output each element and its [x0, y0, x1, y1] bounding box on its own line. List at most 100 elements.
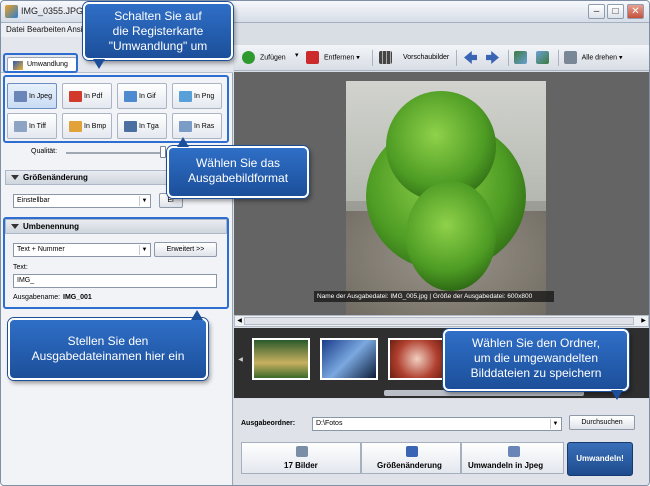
thumbnails-icon — [379, 51, 392, 64]
preview-caption: Name der Ausgabedatei: IMG_005.jpg | Grö… — [314, 291, 554, 302]
chevron-down-icon: ▼ — [139, 245, 149, 255]
callout-format: Wählen Sie das Ausgabebildformat — [167, 146, 309, 198]
add-button[interactable]: Zufügen — [242, 51, 286, 65]
format-png-button[interactable]: In Png — [172, 83, 222, 109]
quality-slider-thumb[interactable] — [159, 146, 166, 158]
preview-scrollbar[interactable]: ◀ ▶ — [234, 315, 649, 327]
format-label: In Gif — [139, 93, 156, 100]
rotate-all-label: Alle drehen — [581, 54, 617, 62]
step-images-label: 17 Bilder — [284, 461, 318, 470]
rotate-all-icon — [564, 51, 577, 64]
rotate-all-dropdown-icon: ▾ — [618, 54, 623, 62]
format-gif-button[interactable]: In Gif — [117, 83, 167, 109]
step-resize-label: Größenänderung — [377, 461, 442, 470]
rename-mode-value: Text + Nummer — [17, 246, 65, 253]
resize-icon — [406, 446, 418, 457]
rename-section-title: Umbenennung — [23, 222, 79, 231]
resize-section-title: Größenänderung — [23, 173, 88, 182]
preview-photo — [346, 81, 546, 317]
rotate-all-button[interactable]: Alle drehen ▾ — [564, 51, 622, 65]
output-name-value: IMG_001 — [63, 294, 92, 301]
thumbnail-image[interactable] — [252, 338, 310, 380]
camera-icon — [508, 446, 520, 457]
convert-button[interactable]: Umwandeln! — [567, 442, 633, 476]
format-jpeg-button[interactable]: In Jpeg — [7, 83, 57, 109]
format-tiff-button[interactable]: In Tiff — [7, 113, 57, 139]
plus-icon — [242, 51, 255, 64]
remove-button[interactable]: Entfernen ▾ — [306, 51, 360, 65]
step-images[interactable]: 17 Bilder — [241, 442, 361, 474]
format-label: In Jpeg — [29, 93, 52, 100]
collapse-arrow-icon — [11, 224, 19, 229]
pdf-icon — [69, 91, 82, 102]
bottom-panel: Ausgabeordner: D:\Fotos ▼ Durchsuchen 17… — [234, 399, 649, 485]
add-button-label: Zufügen — [259, 54, 286, 62]
scroll-left-icon[interactable]: ◀ — [235, 317, 244, 325]
rotate-right-icon[interactable] — [536, 51, 552, 65]
toolbar-separator — [558, 50, 559, 66]
remove-icon — [306, 51, 319, 64]
output-folder-select[interactable]: D:\Fotos ▼ — [312, 417, 562, 431]
tab-umwandlung[interactable]: Umwandlung — [7, 57, 77, 73]
camera-icon — [14, 91, 27, 102]
rename-mode-select[interactable]: Text + Nummer ▼ — [13, 243, 151, 257]
callout-tab: Schalten Sie auf die Registerkarte "Umwa… — [83, 2, 233, 60]
callout-filename: Stellen Sie den Ausgabedateinamen hier e… — [8, 318, 208, 380]
step-convert-format[interactable]: Umwandeln in Jpeg — [461, 442, 564, 474]
main-toolbar: Zufügen ▾ Entfernen ▾ Vorschaubilder All… — [234, 45, 649, 71]
rename-text-input[interactable]: IMG_ — [13, 274, 217, 288]
maximize-button[interactable]: □ — [607, 4, 624, 19]
app-logo-icon — [5, 5, 18, 18]
resize-mode-value: Einstellbar — [17, 197, 50, 204]
tga-icon — [124, 121, 137, 132]
image-stack-icon — [296, 446, 308, 457]
minimize-button[interactable]: – — [588, 4, 605, 19]
callout-tail — [191, 310, 203, 320]
format-label: In Tga — [139, 123, 159, 130]
step-resize[interactable]: Größenänderung — [361, 442, 461, 474]
previous-arrow-icon[interactable] — [464, 51, 480, 65]
format-label: In Bmp — [84, 123, 107, 130]
collapse-arrow-icon — [11, 175, 19, 180]
chevron-down-icon: ▼ — [550, 419, 560, 429]
strip-left-icon[interactable]: ◀ — [236, 356, 245, 364]
menu-datei[interactable]: Datei — [6, 25, 25, 34]
rename-advanced-button[interactable]: Erweitert >> — [154, 242, 217, 257]
format-label: In Tiff — [29, 123, 46, 130]
bmp-icon — [69, 121, 82, 132]
scroll-right-icon[interactable]: ▶ — [639, 317, 648, 325]
app-window: IMG_0355.JPG - AVS – □ ✕ Datei Bearbeite… — [0, 0, 650, 486]
format-label: In Ras — [194, 123, 215, 130]
rotate-left-icon[interactable] — [514, 51, 530, 65]
rename-section-header[interactable]: Umbenennung — [5, 219, 227, 234]
add-dropdown-icon[interactable]: ▾ — [295, 51, 299, 65]
browse-button[interactable]: Durchsuchen — [569, 415, 635, 430]
quality-label: Qualität: — [31, 148, 58, 155]
menu-bearbeiten[interactable]: Bearbeiten — [27, 25, 66, 34]
left-panel: Umwandlung In Jpeg In Pdf In Gif In Png — [1, 37, 233, 485]
thumbnails-button-label: Vorschaubilder — [402, 54, 450, 62]
next-arrow-icon[interactable] — [486, 51, 502, 65]
callout-folder: Wählen Sie den Ordner, um die umgewandel… — [443, 329, 629, 391]
output-folder-path: D:\Fotos — [316, 420, 343, 427]
format-bmp-button[interactable]: In Bmp — [62, 113, 112, 139]
toolbar-separator — [456, 50, 457, 66]
format-label: In Png — [194, 93, 215, 100]
rename-text-label: Text: — [13, 264, 28, 271]
tiff-icon — [14, 121, 27, 132]
gif-icon — [124, 91, 137, 102]
format-tga-button[interactable]: In Tga — [117, 113, 167, 139]
callout-tail — [177, 137, 189, 147]
resize-mode-select[interactable]: Einstellbar ▼ — [13, 194, 151, 208]
thumbnail-image[interactable] — [388, 338, 446, 380]
thumbnail-image[interactable] — [320, 338, 378, 380]
format-pdf-button[interactable]: In Pdf — [62, 83, 112, 109]
chevron-down-icon: ▼ — [139, 196, 149, 206]
thumbnails-button[interactable]: Vorschaubilder — [379, 51, 449, 65]
format-ras-button[interactable]: In Ras — [172, 113, 222, 139]
tab-umwandlung-label: Umwandlung — [27, 61, 68, 68]
remove-dropdown-icon: ▾ — [356, 54, 360, 62]
close-button[interactable]: ✕ — [627, 4, 644, 19]
scrollbar-thumb[interactable] — [244, 317, 634, 325]
step-convert-format-label: Umwandeln in Jpeg — [468, 461, 544, 470]
